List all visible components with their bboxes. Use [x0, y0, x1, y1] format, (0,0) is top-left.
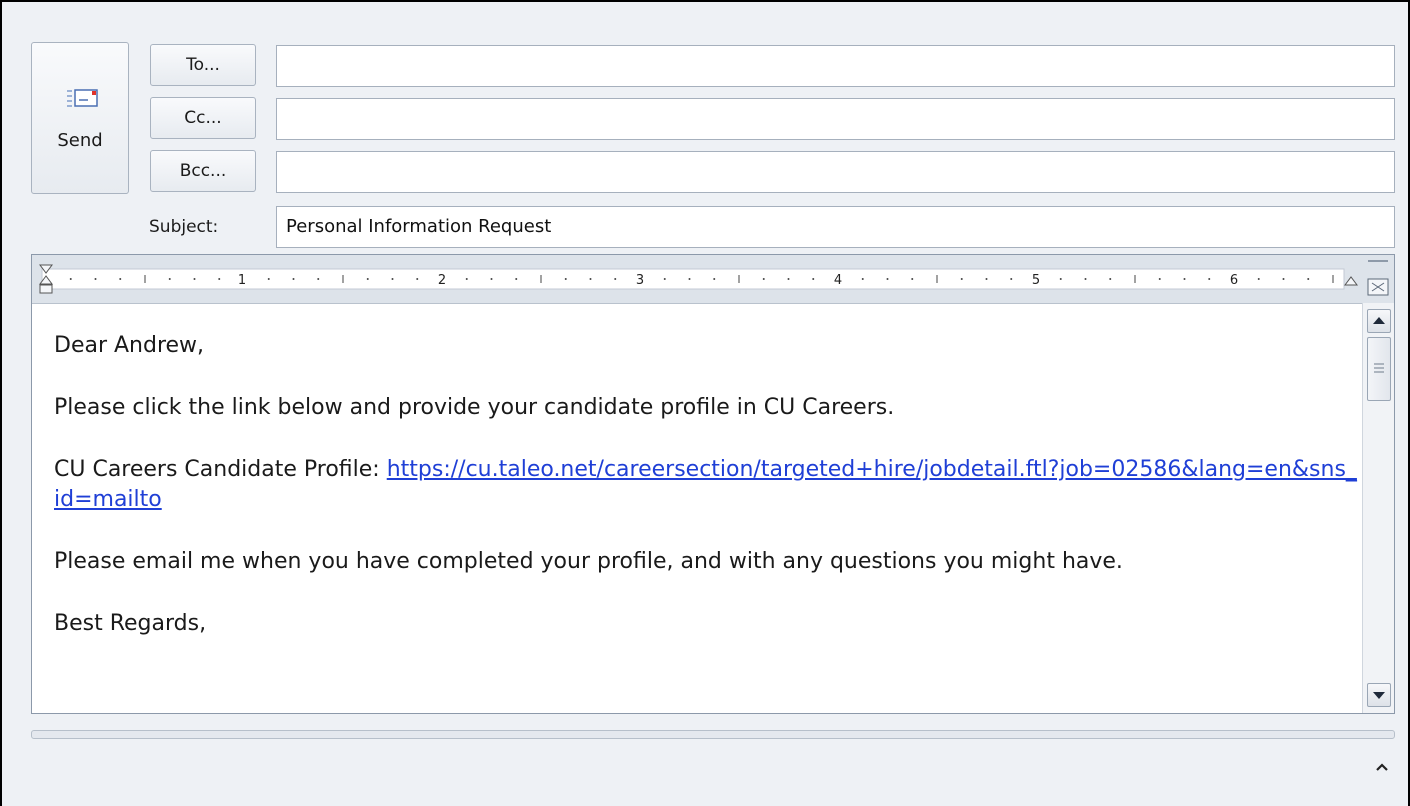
ruler-tick [886, 278, 889, 280]
ruler-tick [713, 278, 716, 280]
ruler-tick [1183, 278, 1186, 280]
chevron-up-icon[interactable] [1371, 757, 1393, 777]
cc-field[interactable] [276, 98, 1395, 140]
ruler-toggle-icon [1367, 260, 1389, 296]
ruler-tick [391, 278, 394, 280]
ruler-tick [985, 278, 988, 280]
cc-button[interactable]: Cc... [150, 97, 256, 139]
ruler-tick [1332, 275, 1334, 283]
ruler-number-5: 5 [1032, 273, 1040, 288]
ruler-tick [861, 278, 864, 280]
ruler-tick [1084, 278, 1087, 280]
ruler-scale: 1 2 3 4 5 6 [39, 264, 1358, 294]
ruler-tick [1158, 278, 1161, 280]
body-line-1: Please click the link below and provide … [54, 395, 895, 420]
message-editor: 1 2 3 4 5 6 Dear Andrew, Please click th… [31, 254, 1395, 714]
ruler-number-4: 4 [834, 273, 842, 288]
view-ruler-toggle[interactable] [1362, 255, 1394, 303]
envelope-send-icon [67, 89, 98, 107]
profile-label: CU Careers Candidate Profile: [54, 457, 387, 482]
vertical-scrollbar[interactable] [1362, 303, 1394, 713]
ruler-number-2: 2 [438, 273, 446, 288]
ruler-number-1: 1 [238, 273, 246, 288]
ruler-tick [465, 278, 468, 280]
ruler-tick [762, 278, 765, 280]
ruler-tick [342, 275, 344, 283]
ruler-tick [267, 278, 270, 280]
ruler-tick [168, 278, 171, 280]
closing-text: Best Regards, [54, 611, 207, 636]
ruler-tick [317, 278, 320, 280]
ruler-tick [688, 278, 691, 280]
ruler-tick [1010, 278, 1013, 280]
right-indent-marker[interactable] [1344, 276, 1358, 286]
ruler-tick [564, 278, 567, 280]
bcc-field[interactable] [276, 151, 1395, 193]
send-label: Send [57, 130, 103, 151]
ruler-tick [144, 275, 146, 283]
profile-paragraph: CU Careers Candidate Profile: https://cu… [54, 455, 1362, 515]
ruler-tick [490, 278, 493, 280]
message-body[interactable]: Dear Andrew, Please click the link below… [32, 303, 1362, 713]
ruler-tick [1134, 275, 1136, 283]
body-line-3: Please email me when you have completed … [54, 549, 1123, 574]
arrow-up-icon [1373, 317, 1385, 324]
scroll-up-button[interactable] [1367, 309, 1391, 333]
ruler-tick [416, 278, 419, 280]
ruler-tick [960, 278, 963, 280]
ruler-tick [614, 278, 617, 280]
ruler-tick [1257, 278, 1260, 280]
scroll-down-button[interactable] [1367, 683, 1391, 707]
arrow-down-icon [1373, 692, 1385, 699]
grip-icon [1374, 363, 1384, 373]
ruler-tick [366, 278, 369, 280]
ruler[interactable]: 1 2 3 4 5 6 [32, 255, 1362, 304]
ruler-tick [515, 278, 518, 280]
bcc-button[interactable]: Bcc... [150, 150, 256, 192]
scroll-thumb[interactable] [1367, 337, 1391, 401]
ruler-tick [936, 275, 938, 283]
ruler-tick [1109, 278, 1112, 280]
ruler-tick [69, 278, 72, 280]
message-window: Send To... Cc... Bcc... Subject: Persona… [0, 0, 1410, 806]
ruler-tick [193, 278, 196, 280]
ruler-tick [589, 278, 592, 280]
send-button[interactable]: Send [31, 42, 129, 194]
to-button[interactable]: To... [150, 44, 256, 86]
ruler-tick [119, 278, 122, 280]
ruler-tick [1282, 278, 1285, 280]
ruler-tick [1208, 278, 1211, 280]
ruler-tick [1307, 278, 1310, 280]
ruler-tick [540, 275, 542, 283]
splitter-bar[interactable] [31, 730, 1395, 739]
ruler-tick [911, 278, 914, 280]
ruler-tick [1059, 278, 1062, 280]
ruler-number-3: 3 [636, 273, 644, 288]
subject-label: Subject: [149, 217, 219, 237]
subject-field[interactable]: Personal Information Request [276, 206, 1395, 248]
ruler-tick [812, 278, 815, 280]
ruler-tick [787, 278, 790, 280]
ruler-tick [94, 278, 97, 280]
ruler-tick [218, 278, 221, 280]
ruler-tick [663, 278, 666, 280]
to-field[interactable] [276, 45, 1395, 87]
ruler-tick [738, 275, 740, 283]
ruler-number-6: 6 [1230, 273, 1238, 288]
ruler-tick [292, 278, 295, 280]
greeting-text: Dear Andrew, [54, 333, 205, 358]
